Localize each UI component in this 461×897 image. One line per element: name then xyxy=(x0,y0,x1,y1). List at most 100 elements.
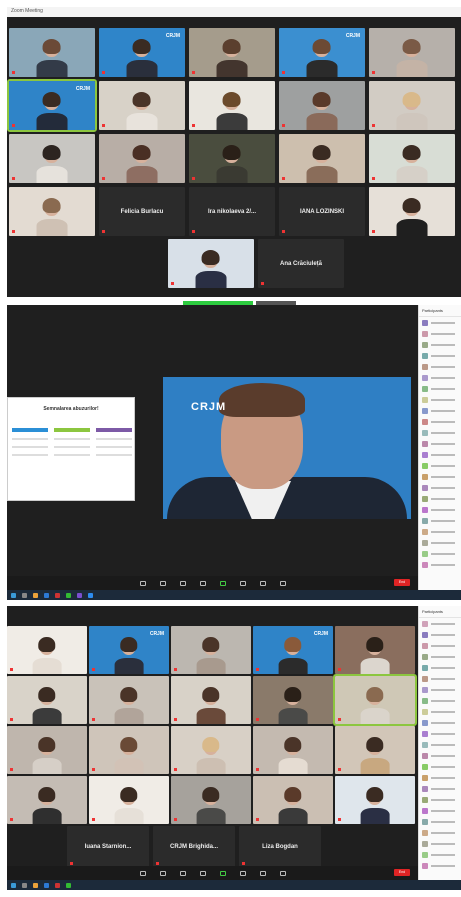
participant-video-tile[interactable] xyxy=(89,676,169,724)
participant-row[interactable] xyxy=(419,328,461,339)
participant-video-tile[interactable] xyxy=(189,81,275,130)
start-icon[interactable] xyxy=(11,882,16,888)
participant-video-tile[interactable] xyxy=(335,726,415,774)
mute-button[interactable] xyxy=(139,580,146,586)
taskbar-app-icon[interactable] xyxy=(66,882,71,888)
participant-row[interactable] xyxy=(419,849,461,860)
participant-video-tile[interactable] xyxy=(99,134,185,183)
participant-video-tile[interactable] xyxy=(171,776,251,824)
participant-row[interactable] xyxy=(419,339,461,350)
share-screen-button[interactable] xyxy=(219,870,226,876)
participant-row[interactable] xyxy=(419,482,461,493)
security-button[interactable] xyxy=(179,580,186,586)
participant-row[interactable] xyxy=(419,361,461,372)
taskbar-app-icon[interactable] xyxy=(55,882,60,888)
participant-video-tile[interactable] xyxy=(99,81,185,130)
video-button[interactable] xyxy=(159,580,166,586)
share-screen-button[interactable] xyxy=(219,580,226,586)
participant-row[interactable] xyxy=(419,860,461,871)
participant-video-tile[interactable] xyxy=(168,239,254,288)
active-speaker-video[interactable]: CRJM xyxy=(163,377,411,519)
participant-row[interactable] xyxy=(419,750,461,761)
reactions-button[interactable] xyxy=(279,580,286,586)
participant-row[interactable] xyxy=(419,416,461,427)
participant-video-tile[interactable]: Liza Bogdan xyxy=(239,826,321,868)
participant-row[interactable] xyxy=(419,651,461,662)
participant-video-tile[interactable]: CRJM Brighida... xyxy=(153,826,235,868)
participant-video-tile[interactable] xyxy=(189,134,275,183)
chat-button[interactable] xyxy=(239,580,246,586)
participant-video-tile[interactable] xyxy=(335,626,415,674)
end-meeting-button[interactable]: End xyxy=(394,579,410,586)
participant-video-tile[interactable]: CRJM xyxy=(99,28,185,77)
record-button[interactable] xyxy=(259,580,266,586)
participant-row[interactable] xyxy=(419,548,461,559)
participants-button[interactable] xyxy=(199,870,206,876)
taskbar-app-icon[interactable] xyxy=(44,882,49,888)
participant-row[interactable] xyxy=(419,438,461,449)
participant-video-tile[interactable]: Felicia Burlacu xyxy=(99,187,185,236)
participant-video-tile[interactable] xyxy=(171,726,251,774)
participant-row[interactable] xyxy=(419,629,461,640)
participant-video-tile[interactable] xyxy=(89,726,169,774)
taskbar-app-icon[interactable] xyxy=(55,592,60,598)
participant-row[interactable] xyxy=(419,317,461,328)
participant-video-tile[interactable] xyxy=(369,134,455,183)
participant-video-tile[interactable] xyxy=(89,776,169,824)
participant-row[interactable] xyxy=(419,559,461,570)
participant-video-tile[interactable] xyxy=(253,676,333,724)
participants-button[interactable] xyxy=(199,580,206,586)
participant-row[interactable] xyxy=(419,684,461,695)
participant-row[interactable] xyxy=(419,662,461,673)
participant-row[interactable] xyxy=(419,618,461,629)
participant-video-tile[interactable]: CRJM xyxy=(253,626,333,674)
participant-row[interactable] xyxy=(419,460,461,471)
start-icon[interactable] xyxy=(11,592,16,598)
participant-video-tile[interactable] xyxy=(369,187,455,236)
participant-row[interactable] xyxy=(419,827,461,838)
participant-row[interactable] xyxy=(419,673,461,684)
participant-row[interactable] xyxy=(419,772,461,783)
participant-video-tile[interactable] xyxy=(9,28,95,77)
participant-row[interactable] xyxy=(419,783,461,794)
participant-video-tile[interactable] xyxy=(7,676,87,724)
participant-row[interactable] xyxy=(419,526,461,537)
participant-video-tile[interactable] xyxy=(189,28,275,77)
participant-video-tile[interactable] xyxy=(171,676,251,724)
video-button[interactable] xyxy=(159,870,166,876)
security-button[interactable] xyxy=(179,870,186,876)
participant-video-tile[interactable] xyxy=(335,776,415,824)
participant-row[interactable] xyxy=(419,383,461,394)
taskbar-app-icon[interactable] xyxy=(66,592,71,598)
participant-video-tile[interactable] xyxy=(253,726,333,774)
participant-video-tile[interactable] xyxy=(7,726,87,774)
participant-video-tile[interactable] xyxy=(9,134,95,183)
participant-row[interactable] xyxy=(419,739,461,750)
participant-row[interactable] xyxy=(419,471,461,482)
reactions-button[interactable] xyxy=(279,870,286,876)
participant-video-tile[interactable]: IANA LOZINSKI xyxy=(279,187,365,236)
participant-video-tile[interactable]: Ana Crăciuleță xyxy=(258,239,344,288)
participant-video-tile[interactable] xyxy=(369,81,455,130)
participant-video-tile[interactable]: CRJM xyxy=(89,626,169,674)
mute-button[interactable] xyxy=(139,870,146,876)
participant-row[interactable] xyxy=(419,695,461,706)
participant-row[interactable] xyxy=(419,640,461,651)
end-meeting-button[interactable]: End xyxy=(394,869,410,876)
participant-video-tile[interactable] xyxy=(279,134,365,183)
participant-row[interactable] xyxy=(419,717,461,728)
search-icon[interactable] xyxy=(22,592,27,598)
participant-video-tile[interactable] xyxy=(171,626,251,674)
participant-row[interactable] xyxy=(419,728,461,739)
participant-row[interactable] xyxy=(419,394,461,405)
participant-video-tile[interactable]: Iuana Starnion... xyxy=(67,826,149,868)
participant-video-tile[interactable] xyxy=(369,28,455,77)
search-icon[interactable] xyxy=(22,882,27,888)
participant-row[interactable] xyxy=(419,706,461,717)
participant-row[interactable] xyxy=(419,537,461,548)
participant-row[interactable] xyxy=(419,838,461,849)
participant-row[interactable] xyxy=(419,794,461,805)
participant-video-tile[interactable]: Ira nikolaeva 2/... xyxy=(189,187,275,236)
participant-video-tile[interactable] xyxy=(279,81,365,130)
participant-row[interactable] xyxy=(419,405,461,416)
